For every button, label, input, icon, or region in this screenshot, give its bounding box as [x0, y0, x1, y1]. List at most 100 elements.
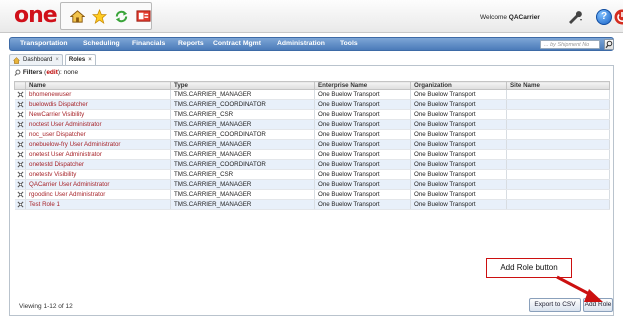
- row-action-icon[interactable]: [17, 111, 24, 118]
- power-icon[interactable]: [614, 9, 623, 25]
- cell-enterprise: One Buelow Transport: [314, 99, 411, 110]
- home-icon[interactable]: [69, 8, 85, 24]
- cell-name[interactable]: NewCarrier Visibility: [25, 109, 171, 120]
- cell-name[interactable]: onetest User Administrator: [25, 149, 171, 160]
- table-row[interactable]: QACarrier User Administrator TMS.CARRIER_…: [14, 179, 610, 190]
- cell-site: [506, 89, 610, 100]
- tab-dashboard-close-icon[interactable]: ×: [55, 55, 59, 65]
- app-logo[interactable]: one: [14, 3, 58, 29]
- nav-financials[interactable]: Financials: [132, 40, 165, 47]
- row-select-cell[interactable]: [14, 189, 26, 200]
- cell-site: [506, 99, 610, 110]
- cell-name[interactable]: Test Role 1: [25, 199, 171, 210]
- table-row[interactable]: Test Role 1 TMS.CARRIER_MANAGER One Buelow…: [14, 199, 610, 210]
- cell-name[interactable]: onetestv Visibility: [25, 169, 171, 180]
- dashboard-home-icon: [13, 56, 20, 64]
- table-row[interactable]: onetestd Dispatcher TMS.CARRIER_COORDINAT…: [14, 159, 610, 170]
- cell-organization: One Buelow Transport: [410, 129, 507, 140]
- cell-enterprise: One Buelow Transport: [314, 159, 411, 170]
- row-select-cell[interactable]: [14, 159, 26, 170]
- table-row[interactable]: onebuelow-fry User Administrator TMS.CARR…: [14, 139, 610, 150]
- tab-roles-close-icon[interactable]: ×: [88, 55, 92, 65]
- row-select-cell[interactable]: [14, 169, 26, 180]
- roles-table: Name Type Enterprise Name Organization S…: [14, 81, 610, 210]
- cell-type: TMS.CARRIER_MANAGER: [170, 139, 315, 150]
- filters-edit-link[interactable]: edit: [46, 69, 58, 76]
- cell-site: [506, 149, 610, 160]
- col-type[interactable]: Type: [170, 81, 315, 90]
- refresh-icon[interactable]: [113, 8, 129, 24]
- tab-roles[interactable]: Roles ×: [64, 54, 96, 65]
- favorites-star-icon[interactable]: [91, 8, 107, 24]
- quick-icons-bar: [60, 2, 152, 30]
- col-organization[interactable]: Organization: [410, 81, 507, 90]
- row-action-icon[interactable]: [17, 161, 24, 168]
- nav-reports[interactable]: Reports: [178, 40, 204, 47]
- search-button[interactable]: [604, 39, 614, 50]
- nav-tools[interactable]: Tools: [340, 40, 358, 47]
- cell-name[interactable]: noctest User Administrator: [25, 119, 171, 130]
- cell-name[interactable]: buelowdis Dispatcher: [25, 99, 171, 110]
- help-icon[interactable]: ?: [596, 9, 612, 25]
- nav-scheduling[interactable]: Scheduling: [83, 40, 120, 47]
- row-action-icon[interactable]: [17, 91, 24, 98]
- cell-enterprise: One Buelow Transport: [314, 169, 411, 180]
- cell-name[interactable]: noc_user Dispatcher: [25, 129, 171, 140]
- table-row[interactable]: buelowdis Dispatcher TMS.CARRIER_COORDINA…: [14, 99, 610, 110]
- row-action-icon[interactable]: [17, 181, 24, 188]
- cell-type: TMS.CARRIER_MANAGER: [170, 119, 315, 130]
- cell-site: [506, 139, 610, 150]
- col-name[interactable]: Name: [25, 81, 171, 90]
- shipment-search-input[interactable]: ... by Shipment No: [540, 40, 600, 49]
- table-row[interactable]: onetest User Administrator TMS.CARRIER_MA…: [14, 149, 610, 160]
- settings-wrench-icon[interactable]: [567, 9, 583, 25]
- row-action-icon[interactable]: [17, 101, 24, 108]
- tab-dashboard[interactable]: Dashboard ×: [9, 54, 63, 65]
- row-action-icon[interactable]: [17, 141, 24, 148]
- nav-contract-mgmt[interactable]: Contract Mgmt: [213, 40, 261, 47]
- cell-organization: One Buelow Transport: [410, 179, 507, 190]
- tab-roles-label: Roles: [68, 57, 86, 63]
- row-action-icon[interactable]: [17, 201, 24, 208]
- row-select-cell[interactable]: [14, 109, 26, 120]
- row-action-icon[interactable]: [17, 151, 24, 158]
- row-select-cell[interactable]: [14, 119, 26, 130]
- table-row[interactable]: bhomenewuser TMS.CARRIER_MANAGER One Buelo…: [14, 89, 610, 100]
- row-select-cell[interactable]: [14, 139, 26, 150]
- table-row[interactable]: rgoodinc User Administrator TMS.CARRIER_M…: [14, 189, 610, 200]
- presentation-icon[interactable]: [135, 8, 151, 24]
- cell-site: [506, 199, 610, 210]
- cell-name[interactable]: bhomenewuser: [25, 89, 171, 100]
- cell-type: TMS.CARRIER_COORDINATOR: [170, 99, 315, 110]
- cell-name[interactable]: onetestd Dispatcher: [25, 159, 171, 170]
- filters-label: Filters: [22, 69, 43, 77]
- row-action-icon[interactable]: [17, 131, 24, 138]
- row-select-cell[interactable]: [14, 129, 26, 140]
- table-row[interactable]: onetestv Visibility TMS.CARRIER_CSR One Bu…: [14, 169, 610, 180]
- cell-enterprise: One Buelow Transport: [314, 129, 411, 140]
- cell-type: TMS.CARRIER_COORDINATOR: [170, 159, 315, 170]
- cell-name[interactable]: onebuelow-fry User Administrator: [25, 139, 171, 150]
- row-select-cell[interactable]: [14, 89, 26, 100]
- table-row[interactable]: NewCarrier Visibility TMS.CARRIER_CSR One …: [14, 109, 610, 120]
- col-enterprise-name[interactable]: Enterprise Name: [314, 81, 411, 90]
- cell-organization: One Buelow Transport: [410, 99, 507, 110]
- nav-administration[interactable]: Administration: [277, 40, 325, 47]
- table-row[interactable]: noc_user Dispatcher TMS.CARRIER_COORDINAT…: [14, 129, 610, 140]
- cell-type: TMS.CARRIER_COORDINATOR: [170, 129, 315, 140]
- table-row[interactable]: noctest User Administrator TMS.CARRIER_MA…: [14, 119, 610, 130]
- row-select-cell[interactable]: [14, 199, 26, 210]
- row-action-icon[interactable]: [17, 191, 24, 198]
- cell-enterprise: One Buelow Transport: [314, 149, 411, 160]
- row-action-icon[interactable]: [17, 171, 24, 178]
- row-select-cell[interactable]: [14, 179, 26, 190]
- row-select-cell[interactable]: [14, 149, 26, 160]
- col-site-name[interactable]: Site Name: [506, 81, 610, 90]
- row-select-cell[interactable]: [14, 99, 26, 110]
- cell-name[interactable]: rgoodinc User Administrator: [25, 189, 171, 200]
- row-action-icon[interactable]: [17, 121, 24, 128]
- nav-transportation[interactable]: Transportation: [20, 40, 68, 47]
- cell-name[interactable]: QACarrier User Administrator: [25, 179, 171, 190]
- cell-organization: One Buelow Transport: [410, 199, 507, 210]
- cell-organization: One Buelow Transport: [410, 149, 507, 160]
